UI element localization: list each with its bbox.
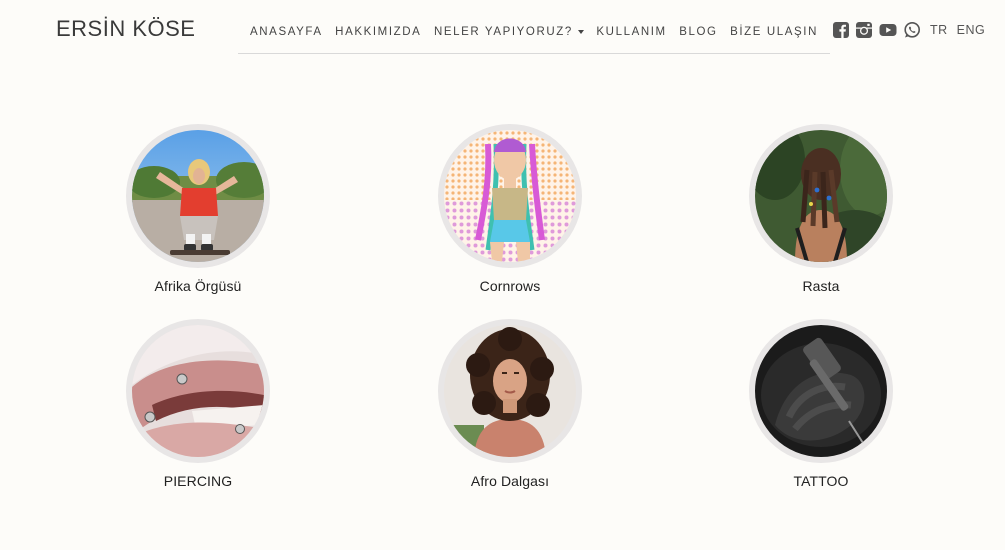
service-image-frame[interactable] <box>438 124 582 268</box>
service-card-afro-dalgasi[interactable]: Afro Dalgası <box>410 319 610 489</box>
afrika-orgusu-image <box>132 130 264 262</box>
service-image-frame[interactable] <box>126 319 270 463</box>
service-label[interactable]: TATTOO <box>793 473 848 489</box>
service-label[interactable]: Afrika Örgüsü <box>155 278 242 294</box>
service-label[interactable]: Cornrows <box>480 278 541 294</box>
piercing-image <box>132 325 264 457</box>
service-label[interactable]: Rasta <box>802 278 839 294</box>
services-grid: Afrika Örgüsü Cornrows Rasta PIERCING Af… <box>0 0 1005 550</box>
tattoo-image <box>755 325 887 457</box>
service-card-tattoo[interactable]: TATTOO <box>721 319 921 489</box>
service-card-piercing[interactable]: PIERCING <box>98 319 298 489</box>
service-card-cornrows[interactable]: Cornrows <box>410 124 610 294</box>
service-image-frame[interactable] <box>749 319 893 463</box>
service-image-frame[interactable] <box>438 319 582 463</box>
afro-dalgasi-image <box>444 325 576 457</box>
service-image-frame[interactable] <box>749 124 893 268</box>
cornrows-image <box>444 130 576 262</box>
service-card-rasta[interactable]: Rasta <box>721 124 921 294</box>
service-card-afrika-orgusu[interactable]: Afrika Örgüsü <box>98 124 298 294</box>
rasta-image <box>755 130 887 262</box>
service-label[interactable]: PIERCING <box>164 473 232 489</box>
service-image-frame[interactable] <box>126 124 270 268</box>
service-label[interactable]: Afro Dalgası <box>471 473 549 489</box>
